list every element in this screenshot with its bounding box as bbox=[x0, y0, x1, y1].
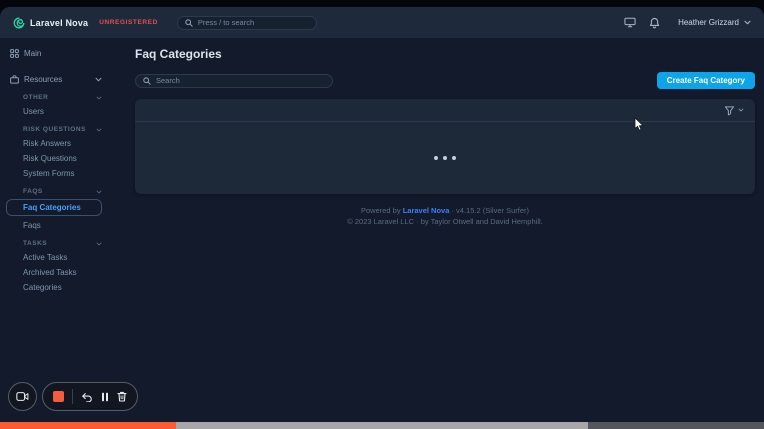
sidebar-item-faq-categories[interactable]: Faq Categories bbox=[6, 199, 102, 216]
top-navbar: Laravel Nova UNREGISTERED Press / to sea… bbox=[0, 7, 764, 38]
trash-icon[interactable] bbox=[117, 391, 127, 402]
sidebar-item-active-tasks[interactable]: Active Tasks bbox=[23, 251, 133, 264]
timeline-remaining-segment bbox=[588, 422, 764, 429]
camera-icon bbox=[16, 392, 29, 401]
section-label: FAQS bbox=[23, 188, 43, 195]
sidebar-item-label: Main bbox=[24, 49, 42, 58]
section-label: OTHER bbox=[23, 94, 49, 101]
timeline-loaded-segment bbox=[175, 422, 589, 429]
app-window: Laravel Nova UNREGISTERED Press / to sea… bbox=[0, 7, 764, 429]
sidebar-section-risk-questions[interactable]: RISK QUESTIONS bbox=[23, 126, 102, 133]
loading-dot bbox=[452, 156, 456, 160]
monitor-icon[interactable] bbox=[624, 17, 636, 28]
search-icon bbox=[143, 76, 151, 85]
main-content: Faq Categories Create Faq Category bbox=[133, 38, 764, 429]
user-menu[interactable]: Heather Grizzard bbox=[678, 18, 751, 27]
page-title: Faq Categories bbox=[135, 47, 222, 61]
chevron-down-icon bbox=[96, 242, 102, 246]
sidebar-section-other[interactable]: OTHER bbox=[23, 94, 102, 101]
loading-indicator bbox=[135, 122, 755, 194]
footer-copyright: © 2023 Laravel LLC · by Taylor Otwell an… bbox=[347, 217, 543, 226]
sidebar-item-system-forms[interactable]: System Forms bbox=[23, 167, 133, 180]
chevron-down-icon bbox=[95, 77, 102, 82]
chevron-down-icon bbox=[744, 20, 751, 25]
recording-controls bbox=[8, 382, 138, 411]
chevron-down-icon bbox=[96, 128, 102, 132]
sidebar-group-resources[interactable]: Resources bbox=[10, 73, 102, 86]
sidebar-section-faqs[interactable]: FAQS bbox=[23, 188, 102, 195]
resource-table-toolbar bbox=[135, 99, 755, 122]
nova-footer: Powered by Laravel Nova · v4.15.2 (Silve… bbox=[135, 205, 755, 227]
chevron-down-icon bbox=[96, 190, 102, 194]
sidebar-item-faqs[interactable]: Faqs bbox=[23, 219, 133, 232]
user-name: Heather Grizzard bbox=[678, 18, 739, 27]
stop-icon[interactable] bbox=[53, 391, 64, 402]
resource-search-input[interactable] bbox=[156, 76, 325, 85]
divider bbox=[72, 389, 73, 404]
resource-table-panel bbox=[135, 99, 755, 194]
camera-button[interactable] bbox=[8, 382, 37, 411]
sidebar-item-risk-answers[interactable]: Risk Answers bbox=[23, 137, 133, 150]
section-label: TASKS bbox=[23, 240, 48, 247]
brand-logo[interactable]: Laravel Nova bbox=[13, 17, 88, 29]
chevron-down-icon[interactable] bbox=[738, 108, 744, 112]
footer-powered-line: Powered by Laravel Nova · v4.15.2 (Silve… bbox=[135, 205, 755, 216]
loading-dot bbox=[443, 156, 447, 160]
screen: Laravel Nova UNREGISTERED Press / to sea… bbox=[0, 0, 764, 429]
footer-version: · v4.15.2 (Silver Surfer) bbox=[449, 206, 529, 215]
filter-icon[interactable] bbox=[724, 105, 735, 116]
footer-text: Powered by bbox=[360, 206, 403, 215]
sidebar-item-categories[interactable]: Categories bbox=[23, 281, 133, 294]
sidebar-section-tasks[interactable]: TASKS bbox=[23, 240, 102, 247]
pause-icon[interactable] bbox=[101, 392, 109, 402]
chevron-down-icon bbox=[96, 96, 102, 100]
global-search-input[interactable] bbox=[197, 18, 309, 27]
timeline-played-segment bbox=[0, 422, 176, 429]
recorder-toolbar bbox=[42, 382, 138, 411]
timeline-scrubber[interactable] bbox=[0, 422, 764, 429]
create-faq-category-button[interactable]: Create Faq Category bbox=[656, 72, 755, 89]
sidebar-item-archived-tasks[interactable]: Archived Tasks bbox=[23, 266, 133, 279]
undo-icon[interactable] bbox=[81, 392, 93, 402]
sidebar-group-label: Resources bbox=[24, 75, 63, 84]
briefcase-icon bbox=[10, 75, 19, 84]
search-icon bbox=[185, 18, 193, 27]
sidebar-item-main[interactable]: Main bbox=[10, 47, 133, 60]
cursor-icon bbox=[634, 117, 645, 132]
grid-icon bbox=[10, 49, 19, 58]
license-badge: UNREGISTERED bbox=[99, 19, 158, 26]
nova-logo-icon bbox=[13, 17, 25, 29]
resource-search[interactable] bbox=[135, 73, 333, 88]
bell-icon[interactable] bbox=[649, 17, 660, 29]
brand-name: Laravel Nova bbox=[30, 17, 89, 28]
sidebar-item-risk-questions[interactable]: Risk Questions bbox=[23, 152, 133, 165]
global-search[interactable] bbox=[176, 15, 317, 30]
loading-dot bbox=[434, 156, 438, 160]
sidebar-item-users[interactable]: Users bbox=[23, 105, 133, 118]
sidebar: Main Resources OTHER Users RISK QUESTION… bbox=[0, 38, 133, 429]
laravel-nova-link[interactable]: Laravel Nova bbox=[403, 206, 450, 215]
section-label: RISK QUESTIONS bbox=[23, 126, 86, 133]
